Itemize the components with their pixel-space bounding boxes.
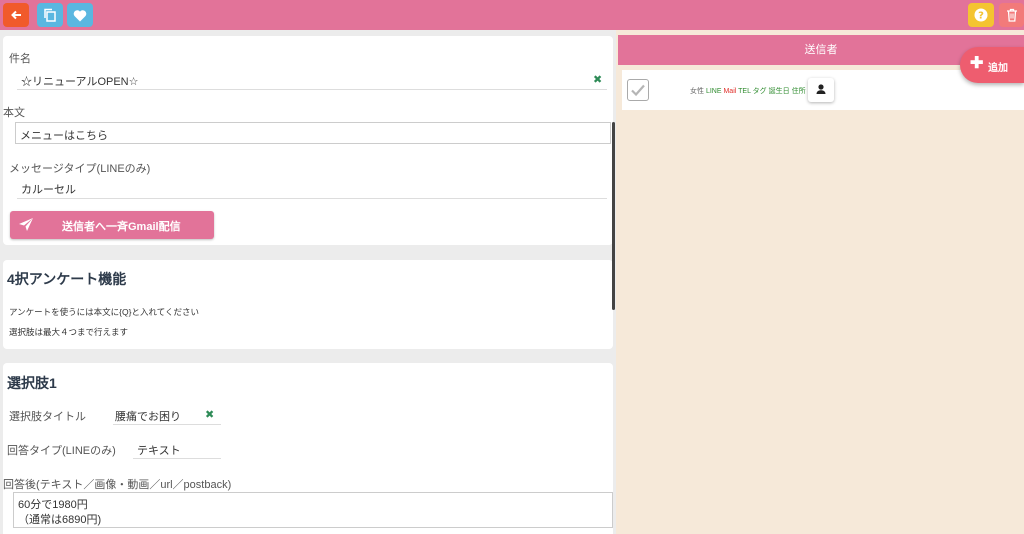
plus-icon: ✚ — [970, 55, 984, 72]
check-icon — [631, 84, 645, 97]
survey-instruction: アンケートを使うには本文に{Q}と入れてください — [9, 307, 199, 317]
after-answer-line1: 60分で1980円 — [18, 499, 88, 511]
choice-title-input[interactable]: 腰痛でお困り ✖ — [113, 405, 221, 425]
body-textarea[interactable]: メニューはこちら — [15, 122, 611, 144]
top-toolbar: ? — [0, 0, 1024, 30]
survey-title: 4択アンケート機能 — [7, 271, 127, 287]
choice-title-label: 選択肢タイトル — [9, 411, 86, 423]
message-form-panel: 件名 ☆リニューアルOPEN☆ ✖ 本文 メニューはこちら メッセージタイプ(L… — [0, 30, 616, 534]
body-label: 本文 — [3, 107, 25, 119]
paper-plane-icon — [19, 218, 33, 231]
copy-button[interactable] — [37, 3, 63, 27]
clear-choice-title-icon[interactable]: ✖ — [205, 408, 214, 421]
message-type-label: メッセージタイプ(LINEのみ) — [9, 163, 151, 175]
after-answer-line2: （通常は6890円) — [18, 514, 102, 526]
body-value: メニューはこちら — [20, 130, 108, 142]
sender-tags: 女性 LINE Mail TEL タグ 誕生日 住所 — [690, 86, 806, 96]
message-card: 件名 ☆リニューアルOPEN☆ ✖ 本文 メニューはこちら メッセージタイプ(L… — [3, 36, 613, 245]
trash-icon — [1006, 8, 1017, 22]
gender-tag: 女性 — [690, 88, 704, 95]
answer-type-select[interactable]: テキスト — [133, 439, 221, 459]
send-gmail-button[interactable]: 送信者へ一斉Gmail配信 — [10, 211, 214, 239]
answer-type-value: テキスト — [137, 445, 181, 457]
sender-checkbox[interactable] — [627, 79, 649, 101]
subject-input[interactable]: ☆リニューアルOPEN☆ ✖ — [17, 72, 607, 90]
after-answer-textarea[interactable]: 60分で1980円 （通常は6890円) — [13, 492, 613, 528]
heart-icon — [73, 9, 87, 21]
message-type-value: カルーセル — [21, 184, 76, 196]
copy-icon — [44, 8, 56, 22]
add-sender-button[interactable]: ✚ 追加 — [960, 47, 1024, 83]
answer-type-label: 回答タイプ(LINEのみ) — [7, 445, 116, 457]
after-answer-label: 回答後(テキスト／画像・動画／url／postback) — [3, 479, 232, 491]
svg-text:?: ? — [978, 11, 984, 22]
help-button[interactable]: ? — [968, 3, 994, 27]
message-type-select[interactable]: カルーセル — [17, 180, 607, 199]
add-sender-label: 追加 — [988, 63, 1008, 74]
delete-button[interactable] — [999, 3, 1024, 27]
back-button[interactable] — [3, 3, 29, 27]
arrow-left-icon — [11, 10, 21, 20]
survey-card: 4択アンケート機能 アンケートを使うには本文に{Q}と入れてください 選択肢は最… — [3, 260, 613, 349]
choice-card: 選択肢1 選択肢タイトル 腰痛でお困り ✖ 回答タイプ(LINEのみ) テキスト… — [3, 363, 613, 534]
send-gmail-label: 送信者へ一斉Gmail配信 — [62, 221, 181, 233]
sender-panel: 送信者 女性 LINE Mail TEL タグ 誕生日 住所 — [616, 30, 1024, 534]
subject-value: ☆リニューアルOPEN☆ — [21, 76, 139, 88]
subject-label: 件名 — [9, 53, 31, 65]
choice-title: 選択肢1 — [7, 375, 57, 391]
survey-limit-note: 選択肢は最大４つまで行えます — [9, 327, 129, 337]
tag-tag: タグ — [752, 88, 767, 95]
clear-subject-icon[interactable]: ✖ — [593, 73, 602, 86]
question-icon: ? — [974, 8, 988, 22]
mail-tag: Mail — [723, 88, 737, 95]
tel-tag: TEL — [738, 88, 751, 95]
favorite-button[interactable] — [67, 3, 93, 27]
birthday-tag: 誕生日 — [768, 88, 790, 95]
address-tag: 住所 — [791, 88, 806, 95]
choice-title-value: 腰痛でお困り — [115, 411, 181, 423]
sender-profile-button[interactable] — [808, 78, 834, 102]
person-icon — [816, 84, 826, 94]
line-tag: LINE — [705, 88, 722, 95]
scrollbar[interactable] — [612, 122, 615, 310]
